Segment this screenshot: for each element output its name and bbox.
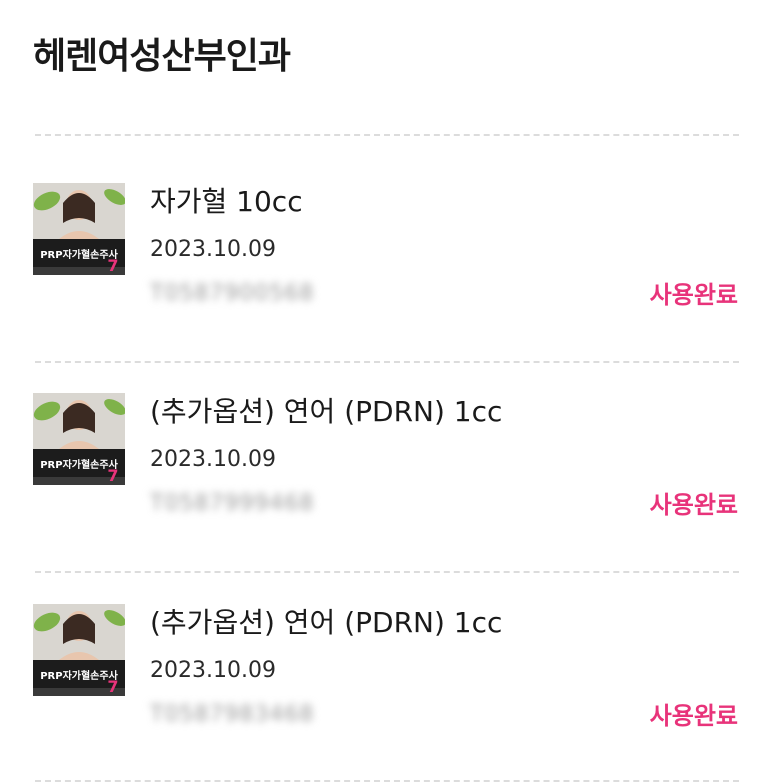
status-badge: 사용완료 — [649, 281, 738, 309]
list-item[interactable]: PRP자가혈손주사 7 자가혈 10cc 2023.10.09 T0587900… — [0, 183, 773, 333]
item-name: (추가옵션) 연어 (PDRN) 1cc — [150, 606, 503, 639]
divider — [35, 571, 739, 573]
clinic-title: 헤렌여성산부인과 — [33, 36, 291, 77]
item-date: 2023.10.09 — [150, 447, 276, 472]
status-badge: 사용완료 — [649, 491, 738, 519]
divider — [35, 780, 739, 782]
ticket-code: T0587999468 — [150, 491, 315, 516]
product-thumbnail: PRP자가혈손주사 7 — [33, 393, 125, 485]
item-date: 2023.10.09 — [150, 658, 276, 683]
thumbnail-badge: 7 — [107, 466, 118, 485]
product-thumbnail: PRP자가혈손주사 7 — [33, 183, 125, 275]
divider — [35, 361, 739, 363]
thumbnail-badge: 7 — [107, 677, 118, 696]
product-thumbnail: PRP자가혈손주사 7 — [33, 604, 125, 696]
status-badge: 사용완료 — [649, 702, 738, 730]
list-item[interactable]: PRP자가혈손주사 7 (추가옵션) 연어 (PDRN) 1cc 2023.10… — [0, 393, 773, 543]
ticket-code: T0587983468 — [150, 702, 315, 727]
item-name: (추가옵션) 연어 (PDRN) 1cc — [150, 395, 503, 428]
divider — [35, 134, 739, 136]
list-item[interactable]: PRP자가혈손주사 7 (추가옵션) 연어 (PDRN) 1cc 2023.10… — [0, 604, 773, 754]
item-name: 자가혈 10cc — [150, 185, 303, 218]
thumbnail-badge: 7 — [107, 256, 118, 275]
item-date: 2023.10.09 — [150, 237, 276, 262]
ticket-code: T0587900568 — [150, 281, 315, 306]
voucher-list-page: 헤렌여성산부인과 PRP자가혈손주사 7 자가혈 10cc 2023.10.09… — [0, 0, 773, 784]
